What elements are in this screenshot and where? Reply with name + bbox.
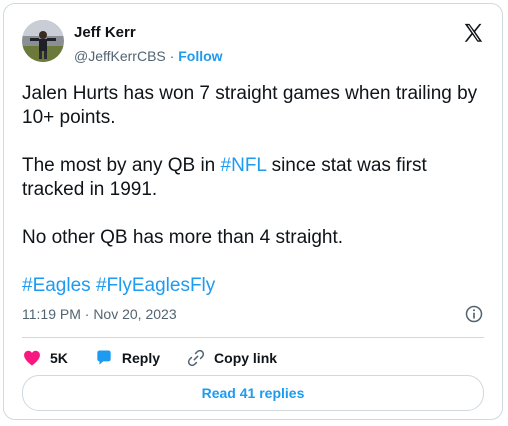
action-bar: 5K Reply Copy link xyxy=(22,347,303,369)
tweet-timestamp[interactable]: 11:19 PM · Nov 20, 2023 xyxy=(22,306,177,322)
x-logo-icon[interactable] xyxy=(462,22,484,44)
divider xyxy=(22,337,484,338)
tweet-paragraph: No other QB has more than 4 straight. xyxy=(22,226,487,250)
tweet-body: Jalen Hurts has won 7 straight games whe… xyxy=(22,82,487,322)
hashtag-eagles[interactable]: #Eagles xyxy=(22,275,91,296)
tweet-paragraph: Jalen Hurts has won 7 straight games whe… xyxy=(22,82,487,130)
tweet-text: No other QB has more than 4 straight. xyxy=(22,227,344,248)
follow-button[interactable]: Follow xyxy=(178,48,222,64)
tweet-text: The most by any QB in xyxy=(22,155,221,176)
tweet-paragraph: The most by any QB in #NFL since stat wa… xyxy=(22,154,487,202)
copy-link-label: Copy link xyxy=(214,350,278,366)
likes-count: 5K xyxy=(50,350,68,366)
reply-button[interactable]: Reply xyxy=(94,348,160,368)
avatar[interactable] xyxy=(22,20,64,62)
author-handle[interactable]: @JeffKerrCBS xyxy=(74,48,166,64)
read-replies-button[interactable]: Read 41 replies xyxy=(22,375,484,411)
hashtag-nfl[interactable]: #NFL xyxy=(221,155,267,176)
heart-icon xyxy=(24,350,40,366)
author-handle-row: @JeffKerrCBS · Follow xyxy=(74,48,223,64)
hashtag-flyeaglesfly[interactable]: #FlyEaglesFly xyxy=(96,275,215,296)
tweet-card: Jeff Kerr @JeffKerrCBS · Follow Jalen Hu… xyxy=(3,3,503,420)
copy-link-button[interactable]: Copy link xyxy=(186,348,277,368)
link-icon xyxy=(187,349,205,367)
reply-bubble-icon xyxy=(97,350,111,365)
separator: · xyxy=(169,48,175,64)
tweet-text: Jalen Hurts has won 7 straight games whe… xyxy=(22,83,478,128)
like-button[interactable]: 5K xyxy=(22,348,68,368)
author-name[interactable]: Jeff Kerr xyxy=(74,24,136,41)
reply-label: Reply xyxy=(121,350,161,366)
tweet-hashtags: #Eagles #FlyEaglesFly xyxy=(22,274,487,298)
info-icon[interactable] xyxy=(464,304,484,324)
